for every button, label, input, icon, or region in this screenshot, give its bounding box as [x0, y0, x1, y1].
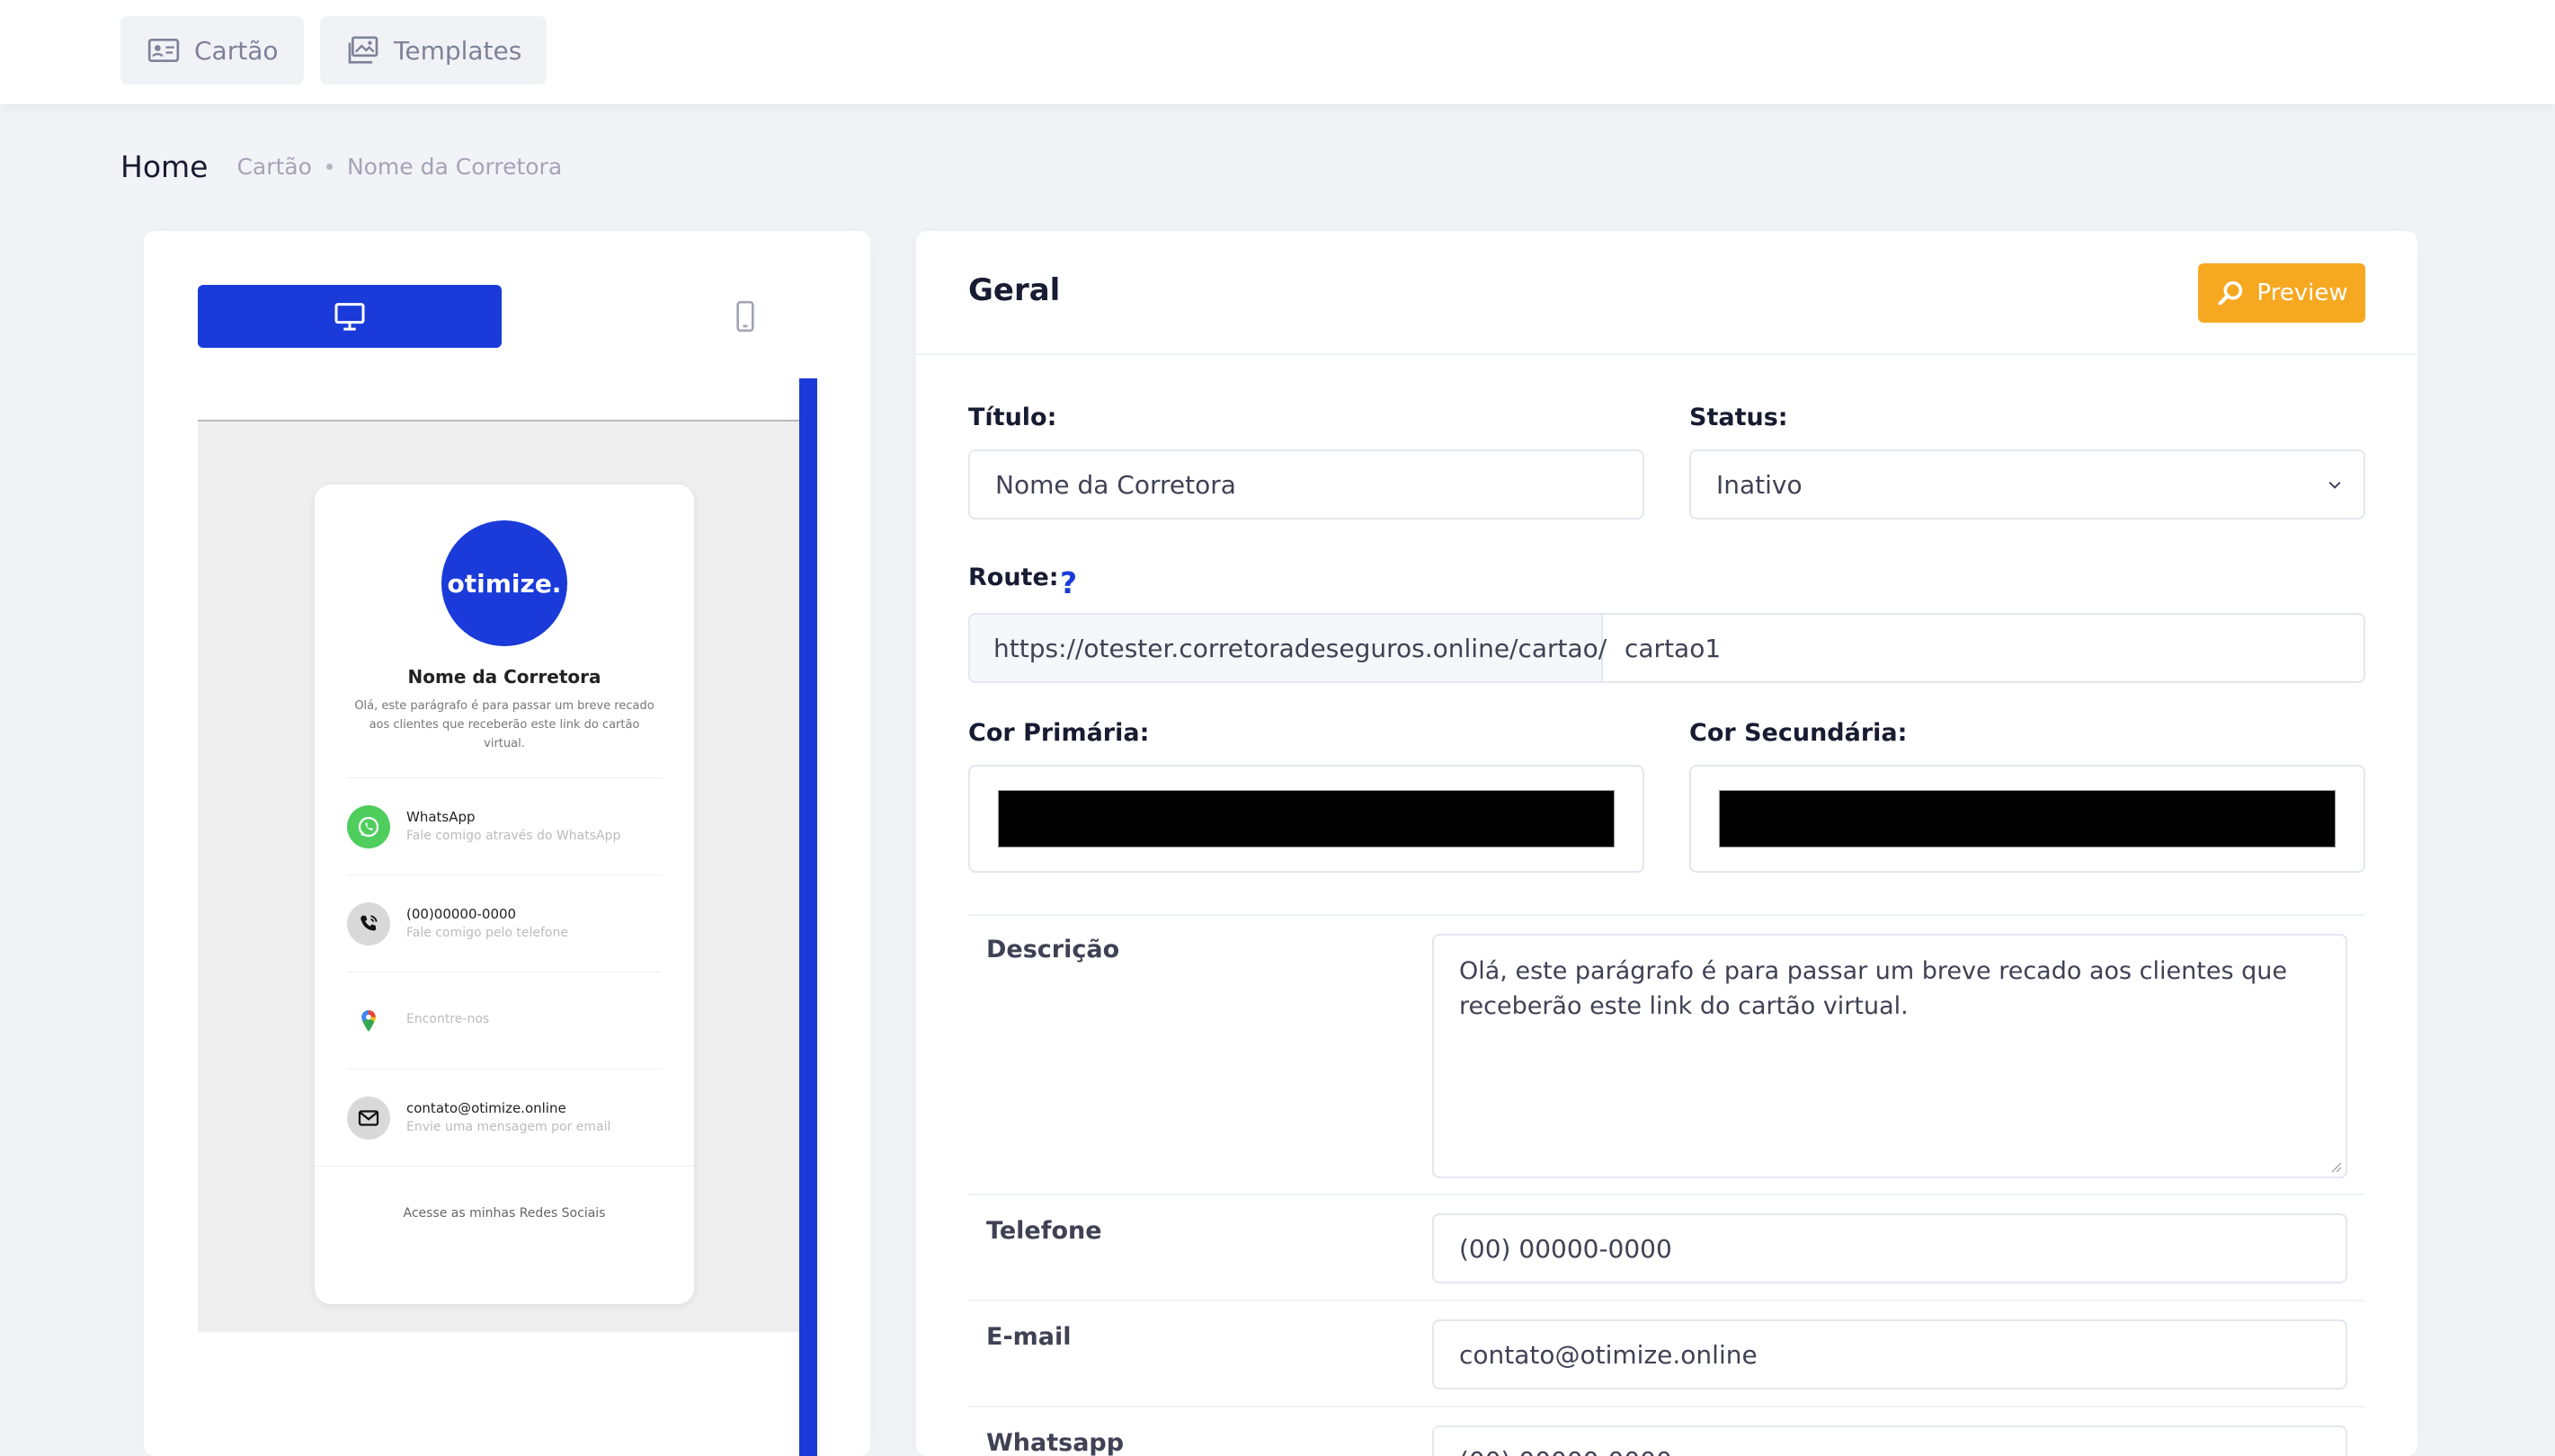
cor-secundaria-picker[interactable] — [1689, 765, 2365, 873]
monitor-icon — [334, 303, 365, 331]
descricao-row: Descrição Olá, este parágrafo é para pas… — [968, 914, 2365, 1194]
chevron-down-icon — [2328, 481, 2341, 489]
card-item-whatsapp[interactable]: WhatsApp Fale comigo através do WhatsApp — [347, 777, 662, 874]
nav-templates-button[interactable]: Templates — [320, 16, 548, 84]
cor-primaria-picker[interactable] — [968, 765, 1644, 873]
status-select[interactable]: Inativo — [1689, 449, 2365, 519]
card-preview-frame: otimize. Nome da Corretora Olá, este par… — [198, 420, 800, 1332]
card-item-title: contato@otimize.online — [406, 1100, 566, 1116]
preview-panel: otimize. Nome da Corretora Olá, este par… — [144, 231, 870, 1456]
business-card: otimize. Nome da Corretora Olá, este par… — [315, 484, 694, 1304]
preview-scrollbar[interactable] — [799, 378, 817, 1456]
telefone-input[interactable]: (00) 00000-0000 — [1432, 1213, 2347, 1283]
whatsapp-icon — [347, 805, 390, 848]
descricao-text: Olá, este parágrafo é para passar um bre… — [1459, 957, 2287, 1020]
status-label: Status: — [1689, 404, 1788, 431]
preview-button[interactable]: Preview — [2198, 263, 2365, 323]
help-icon[interactable]: ? — [1060, 565, 1077, 600]
breadcrumb-item-cartao[interactable]: Cartão — [236, 154, 311, 180]
titulo-label: Título: — [968, 404, 1057, 431]
titulo-input[interactable]: Nome da Corretora — [968, 449, 1644, 519]
email-row: E-mail contato@otimize.online — [968, 1300, 2365, 1406]
form-header: Geral Preview — [916, 231, 2417, 355]
cor-primaria-swatch — [998, 790, 1615, 848]
card-item-title: WhatsApp — [406, 809, 476, 825]
cor-secundaria-swatch — [1719, 790, 2336, 848]
card-social-link[interactable]: Acesse as minhas Redes Sociais — [315, 1166, 694, 1221]
whatsapp-input[interactable]: (00) 00000-0000 — [1432, 1425, 2347, 1456]
breadcrumb-item-current: Nome da Corretora — [346, 153, 563, 180]
breadcrumb-separator — [325, 163, 333, 170]
email-input[interactable]: contato@otimize.online — [1432, 1319, 2347, 1389]
map-pin-icon — [347, 999, 390, 1043]
route-prefix: https://otester.corretoradeseguros.onlin… — [968, 613, 1607, 683]
route-input[interactable]: cartao1 — [1601, 613, 2365, 683]
top-navbar: Cartão Templates — [0, 0, 2555, 104]
desktop-view-button[interactable] — [198, 285, 502, 348]
phone-icon — [347, 902, 390, 946]
nav-cartao-button[interactable]: Cartão — [120, 16, 304, 84]
mobile-view-button[interactable] — [593, 285, 897, 348]
breadcrumb-home[interactable]: Home — [120, 149, 208, 184]
email-icon — [347, 1096, 390, 1140]
nav-templates-label: Templates — [394, 35, 522, 66]
resize-grip-icon[interactable] — [2329, 1160, 2342, 1173]
card-item-subtitle: Fale comigo através do WhatsApp — [406, 829, 621, 843]
email-label: E-mail — [986, 1323, 1072, 1351]
nav-cartao-label: Cartão — [194, 35, 279, 66]
telefone-row: Telefone (00) 00000-0000 — [968, 1194, 2365, 1300]
smartphone-icon — [736, 300, 754, 333]
card-item-subtitle: Envie uma mensagem por email — [406, 1120, 611, 1134]
card-item-email[interactable]: contato@otimize.online Envie uma mensage… — [347, 1069, 662, 1166]
cor-secundaria-label: Cor Secundária: — [1689, 719, 1908, 747]
card-item-subtitle: Encontre-nos — [406, 1012, 490, 1026]
descricao-textarea[interactable]: Olá, este parágrafo é para passar um bre… — [1432, 934, 2347, 1178]
status-selected-value: Inativo — [1716, 469, 1803, 500]
card-item-title: (00)00000-0000 — [406, 906, 517, 922]
card-item-location[interactable]: Encontre-nos — [347, 972, 662, 1069]
form-panel: Geral Preview Título: Nome da Corretora … — [916, 231, 2417, 1456]
id-card-icon — [147, 39, 180, 62]
preview-button-label: Preview — [2257, 280, 2348, 306]
whatsapp-row: Whatsapp (00) 00000-0000 — [968, 1406, 2365, 1456]
card-item-phone[interactable]: (00)00000-0000 Fale comigo pelo telefone — [347, 874, 662, 972]
breadcrumb-trail: Cartão Nome da Corretora — [236, 154, 562, 180]
card-item-subtitle: Fale comigo pelo telefone — [406, 926, 568, 940]
telefone-label: Telefone — [986, 1217, 1102, 1245]
section-title: Geral — [968, 272, 1061, 308]
card-name: Nome da Corretora — [407, 666, 601, 688]
descricao-label: Descrição — [986, 936, 1120, 963]
route-label: Route: — [968, 564, 1059, 591]
breadcrumb: Home Cartão Nome da Corretora — [120, 144, 562, 189]
card-description: Olá, este parágrafo é para passar um bre… — [354, 699, 654, 750]
search-icon — [2218, 280, 2243, 306]
whatsapp-label: Whatsapp — [986, 1429, 1125, 1456]
cor-primaria-label: Cor Primária: — [968, 719, 1150, 747]
images-icon — [348, 36, 378, 64]
card-logo: otimize. — [441, 520, 567, 646]
